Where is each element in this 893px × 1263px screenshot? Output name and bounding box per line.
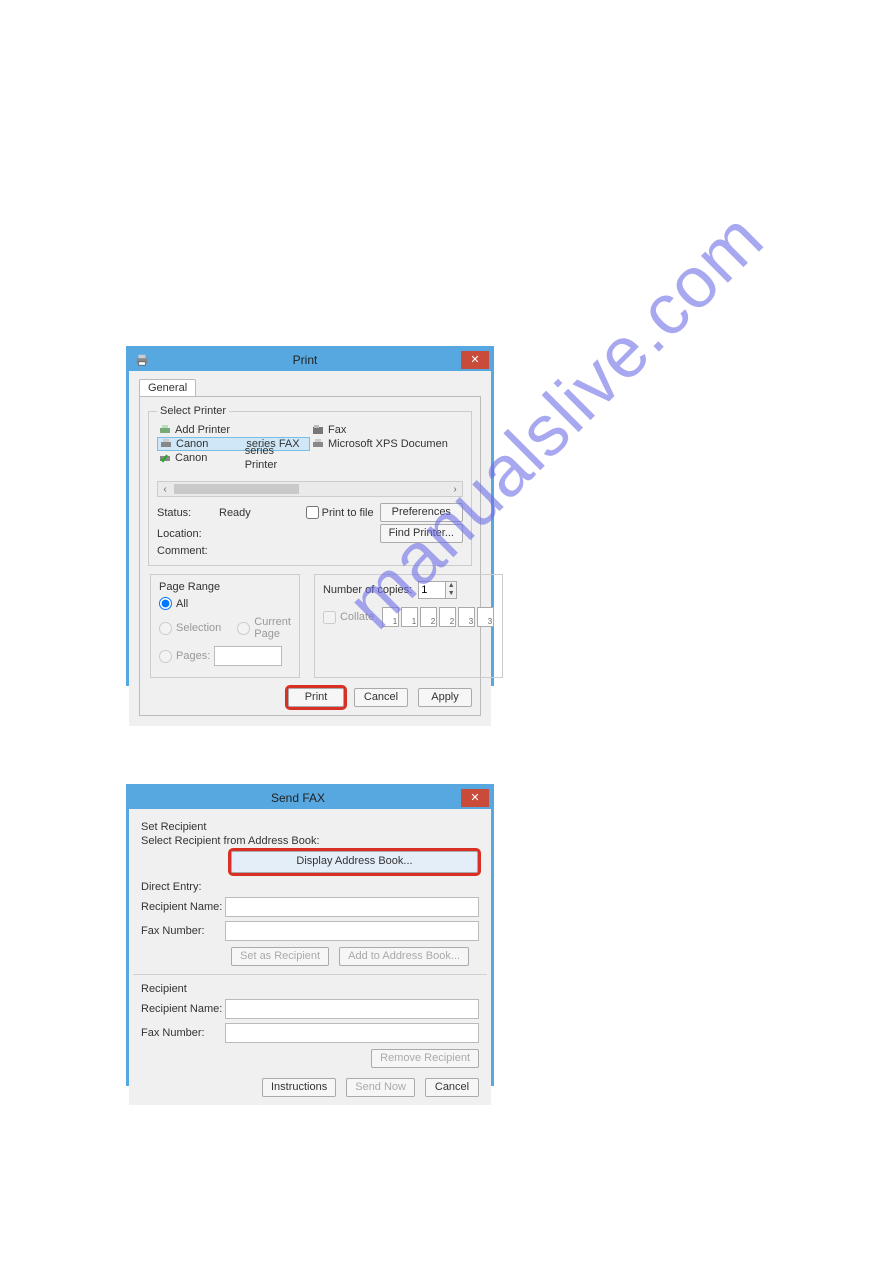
printer-canon-printer[interactable]: Canon series Printer	[157, 451, 310, 465]
find-printer-button[interactable]: Find Printer...	[380, 524, 463, 543]
collate-preview: 1 1 2 2 3 3	[382, 607, 494, 627]
printer-icon	[160, 438, 172, 450]
fax-titlebar: Send FAX ✕	[129, 787, 491, 809]
fax-icon	[312, 424, 324, 436]
page-icon: 3	[477, 607, 494, 627]
radio-all-label: All	[176, 598, 188, 610]
fax-number-input[interactable]	[225, 921, 479, 941]
page-icon: 1	[401, 607, 418, 627]
direct-entry-label: Direct Entry:	[141, 881, 479, 893]
cancel-button[interactable]: Cancel	[425, 1078, 479, 1097]
recipient-name-input[interactable]	[225, 897, 479, 917]
pages-input[interactable]	[214, 646, 282, 666]
close-icon[interactable]: ✕	[461, 351, 489, 369]
display-address-book-button[interactable]: Display Address Book...	[231, 851, 478, 873]
printer-ms-xps-label: Microsoft XPS Documen	[328, 437, 448, 451]
print-to-file-checkbox[interactable]: Print to file	[306, 506, 374, 519]
status-label: Status:	[157, 507, 213, 519]
radio-selection-input[interactable]	[159, 622, 172, 635]
print-button[interactable]: Print	[288, 688, 344, 707]
radio-pages-input[interactable]	[159, 650, 172, 663]
preferences-button[interactable]: Preferences	[380, 503, 463, 522]
divider	[133, 974, 487, 975]
spin-up-icon[interactable]: ▲	[446, 582, 456, 590]
tab-general[interactable]: General	[139, 379, 196, 396]
status-value: Ready	[219, 507, 300, 519]
tabstrip: General	[139, 379, 481, 396]
radio-all-input[interactable]	[159, 597, 172, 610]
printer-list[interactable]: Add Printer Fax Canon series FAX	[157, 423, 463, 477]
scroll-track[interactable]	[174, 484, 446, 494]
copies-group: Number of copies: ▲ ▼ Collate	[314, 574, 503, 678]
send-fax-dialog: Send FAX ✕ Set Recipient Select Recipien…	[126, 784, 494, 1086]
printer-add[interactable]: Add Printer	[157, 423, 310, 437]
radio-current-page[interactable]: Current Page	[237, 616, 291, 640]
select-from-ab-label: Select Recipient from Address Book:	[141, 835, 479, 847]
printer-check-icon	[159, 452, 171, 464]
page-icon: 2	[439, 607, 456, 627]
location-label: Location:	[157, 528, 213, 540]
radio-current-input[interactable]	[237, 622, 250, 635]
comment-label: Comment:	[157, 545, 213, 557]
printer-add-label: Add Printer	[175, 423, 230, 437]
fax-number-input-2[interactable]	[225, 1023, 479, 1043]
collate-label: Collate	[340, 611, 374, 623]
select-printer-group: Select Printer Add Printer Fax	[148, 405, 472, 566]
print-to-file-label: Print to file	[322, 507, 374, 519]
scroll-left-icon[interactable]: ‹	[158, 484, 172, 495]
recipient-name-input-2[interactable]	[225, 999, 479, 1019]
printer-fax[interactable]: Fax	[310, 423, 463, 437]
tab-panel-general: Select Printer Add Printer Fax	[139, 396, 481, 716]
printer-canon-fax-prefix: Canon	[176, 438, 208, 451]
remove-recipient-button[interactable]: Remove Recipient	[371, 1049, 479, 1068]
collate-checkbox[interactable]	[323, 611, 336, 624]
printer-canon-prefix: Canon	[175, 451, 207, 465]
printer-canon-suffix: series Printer	[245, 444, 308, 472]
page-range-legend: Page Range	[159, 581, 291, 593]
fax-number-label: Fax Number:	[141, 925, 225, 937]
set-recipient-label: Set Recipient	[141, 821, 479, 833]
recipient-section-label: Recipient	[141, 983, 479, 995]
printer-ms-xps[interactable]: Microsoft XPS Documen	[310, 437, 463, 451]
set-as-recipient-button[interactable]: Set as Recipient	[231, 947, 329, 966]
copies-input[interactable]	[419, 582, 445, 598]
print-dialog: Print ✕ General Select Printer Add Print…	[126, 346, 494, 686]
radio-pages[interactable]: Pages:	[159, 646, 291, 666]
fax-number-label-2: Fax Number:	[141, 1027, 225, 1039]
page-icon: 2	[420, 607, 437, 627]
printer-icon	[135, 353, 149, 367]
printer-scrollbar[interactable]: ‹ ›	[157, 481, 463, 497]
radio-pages-label: Pages:	[176, 650, 210, 662]
printer-fax-label: Fax	[328, 423, 346, 437]
scroll-right-icon[interactable]: ›	[448, 484, 462, 495]
radio-selection-label: Selection	[176, 622, 221, 634]
copies-label: Number of copies:	[323, 584, 412, 596]
recipient-name-label: Recipient Name:	[141, 901, 225, 913]
cancel-button[interactable]: Cancel	[354, 688, 408, 707]
radio-selection[interactable]: Selection	[159, 616, 221, 640]
radio-all[interactable]: All	[159, 597, 291, 610]
close-icon[interactable]: ✕	[461, 789, 489, 807]
print-title: Print	[149, 353, 461, 367]
print-titlebar: Print ✕	[129, 349, 491, 371]
page-icon: 3	[458, 607, 475, 627]
fax-title: Send FAX	[135, 791, 461, 805]
print-to-file-input[interactable]	[306, 506, 319, 519]
copies-spinner[interactable]: ▲ ▼	[418, 581, 457, 599]
add-to-address-book-button[interactable]: Add to Address Book...	[339, 947, 469, 966]
recipient-name-label-2: Recipient Name:	[141, 1003, 225, 1015]
apply-button[interactable]: Apply	[418, 688, 472, 707]
spin-down-icon[interactable]: ▼	[446, 590, 456, 598]
page-range-group: Page Range All Selection Current Page	[150, 574, 300, 678]
select-printer-legend: Select Printer	[157, 405, 229, 417]
send-now-button[interactable]: Send Now	[346, 1078, 415, 1097]
printer-icon	[312, 438, 324, 450]
page-icon: 1	[382, 607, 399, 627]
add-printer-icon	[159, 424, 171, 436]
instructions-button[interactable]: Instructions	[262, 1078, 336, 1097]
radio-current-label: Current Page	[254, 616, 291, 640]
